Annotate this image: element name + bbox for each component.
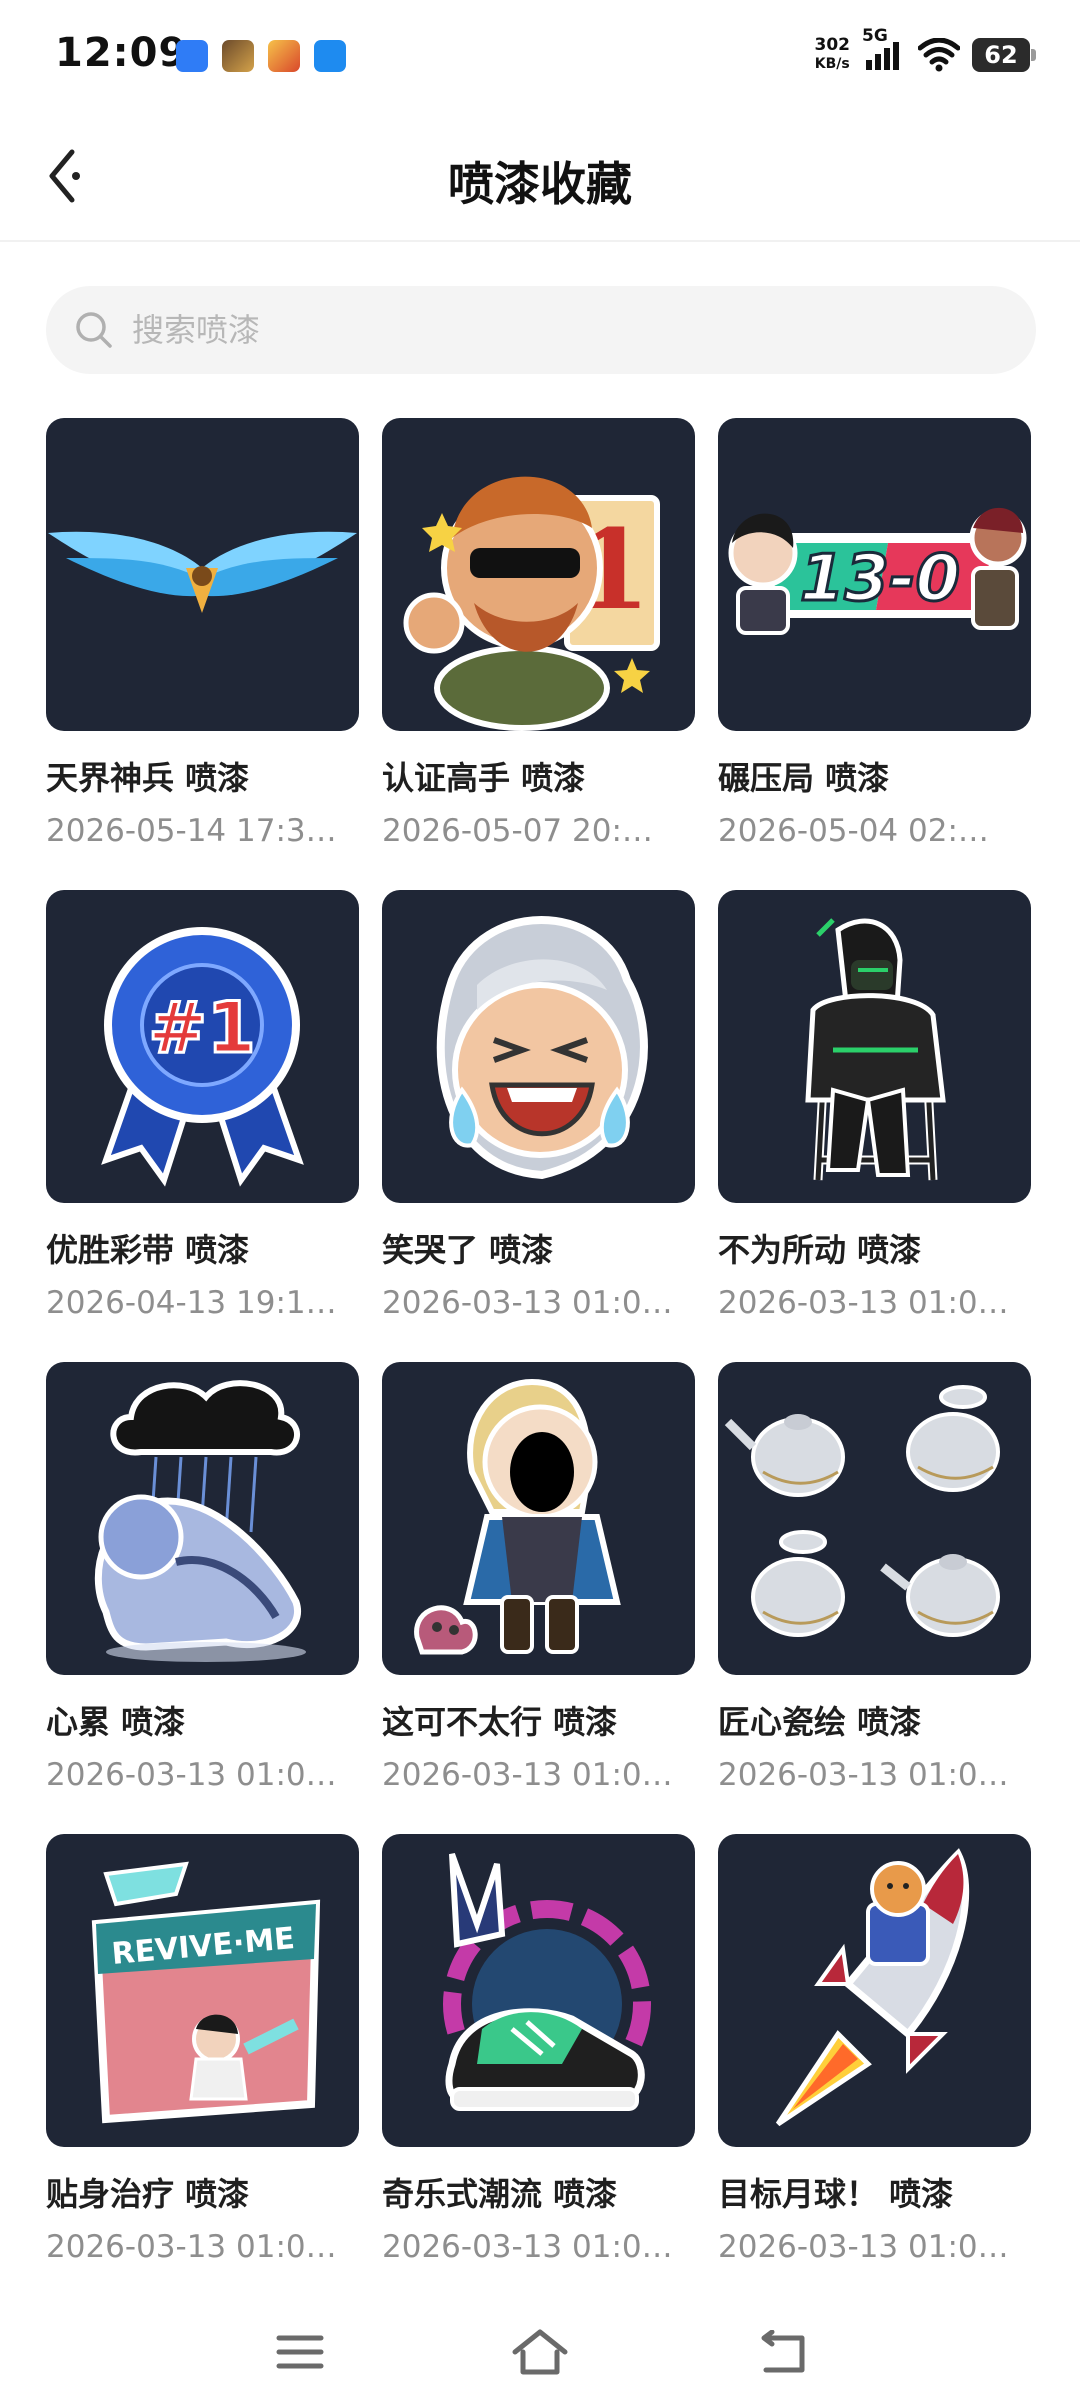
status-time: 12:09 [55,30,188,76]
browser-app-icon [314,40,346,72]
spray-name: 贴身治疗 喷漆 [46,2175,250,2213]
spray-card[interactable]: 匠心瓷绘 喷漆 2026-03-13 01:0… [718,1362,1031,1834]
game-app-icon-2 [268,40,300,72]
spray-card[interactable]: 13-0 碾压局 喷漆 2026-05-04 02:… [718,418,1031,890]
baidu-app-icon [176,40,208,72]
home-icon [512,2329,568,2375]
spray-thumbnail [382,1834,695,2147]
notification-icons [176,40,346,72]
not-okay-image [414,1378,621,1655]
spray-name: 目标月球！ 喷漆 [718,2175,954,2213]
spray-date: 2026-05-04 02:… [718,813,989,849]
spray-card[interactable]: 心累 喷漆 2026-03-13 01:0… [46,1362,359,1834]
spray-date: 2026-04-13 19:1… [46,1285,337,1321]
laugh-cry-image [436,916,648,1180]
spray-date: 2026-03-13 01:0… [718,2229,1009,2265]
spray-card[interactable]: 不为所动 喷漆 2026-03-13 01:0… [718,890,1031,1362]
spray-thumbnail [46,418,359,731]
spray-thumbnail [382,890,695,1203]
spray-grid: 天界神兵 喷漆 2026-05-14 17:3… 1 认证高手 喷漆 2026-… [46,418,1036,2306]
spray-name: 优胜彩带 喷漆 [46,1231,250,1269]
spray-thumbnail: 13-0 [718,418,1031,731]
spray-name: 天界神兵 喷漆 [46,759,250,797]
speed-value: 302 [814,35,851,55]
spray-date: 2026-03-13 01:0… [382,1285,673,1321]
spray-name: 这可不太行 喷漆 [382,1703,618,1741]
unmoved-image [805,918,946,1181]
search-input[interactable] [130,310,1014,350]
spray-thumbnail: 1 [382,418,695,731]
winged-blade-image [48,531,357,613]
moon-rocket-image [775,1848,970,2127]
spray-date: 2026-03-13 01:0… [718,1757,1009,1793]
system-nav-bar [0,2300,1080,2400]
ribbon-text: #1 [148,987,255,1069]
speed-unit: KB/s [814,56,850,72]
spray-name: 碾压局 喷漆 [718,759,890,797]
status-right: 302 KB/s 5G 62 [815,26,1036,74]
game-app-icon [222,40,254,72]
spray-card[interactable]: REVIVE·ME 贴身治疗 喷漆 2026-03-13 01:0… [46,1834,359,2306]
certified-pro-image: 1 [403,476,660,731]
spray-date: 2026-03-13 01:0… [46,2229,337,2265]
screen: 12:09 302 KB/s 5G 62 喷漆收藏 搜索喷漆 天界神兵 喷漆 2… [0,0,1080,2400]
spray-date: 2026-03-13 01:0… [46,1757,337,1793]
spray-name: 不为所动 喷漆 [718,1231,922,1269]
status-bar: 12:09 302 KB/s 5G 62 [0,0,1080,110]
cellular-signal-icon: 5G [862,26,906,72]
spray-card[interactable]: 1 认证高手 喷漆 2026-05-07 20:… [382,418,695,890]
search-icon [74,310,114,350]
search-bar[interactable] [46,286,1036,374]
spray-date: 2026-05-14 17:3… [46,813,337,849]
menu-button[interactable] [270,2322,330,2382]
teapots-image [724,1385,1000,1637]
winner-ribbon-image: #1 [101,927,304,1187]
page-title: 喷漆收藏 [448,157,632,211]
stomp-image: 13-0 [728,507,1027,635]
back-icon [761,2330,805,2373]
wifi-icon [918,38,960,72]
header: 喷漆收藏 [0,110,1080,242]
spray-name: 匠心瓷绘 喷漆 [718,1703,922,1741]
spray-card[interactable]: 这可不太行 喷漆 2026-03-13 01:0… [382,1362,695,1834]
spray-card[interactable]: 奇乐式潮流 喷漆 2026-03-13 01:0… [382,1834,695,2306]
spray-date: 2026-03-13 01:0… [382,2229,673,2265]
spray-name: 心累 喷漆 [46,1703,186,1741]
spray-date: 2026-03-13 01:0… [718,1285,1009,1321]
revive-me-image: REVIVE·ME [91,1861,321,2124]
spray-thumbnail [718,890,1031,1203]
spray-thumbnail [46,1362,359,1675]
spray-thumbnail: #1 [46,890,359,1203]
spray-thumbnail: REVIVE·ME [46,1834,359,2147]
spray-card[interactable]: 天界神兵 喷漆 2026-05-14 17:3… [46,418,359,890]
spray-date: 2026-05-07 20:… [382,813,653,849]
home-button[interactable] [510,2322,570,2382]
network-type: 5G [862,26,888,46]
spray-name: 奇乐式潮流 喷漆 [382,2175,618,2213]
spray-name: 认证高手 喷漆 [382,759,586,797]
spray-date: 2026-03-13 01:0… [382,1757,673,1793]
spray-card[interactable]: 笑哭了 喷漆 2026-03-13 01:0… [382,890,695,1362]
spray-thumbnail [382,1362,695,1675]
spray-thumbnail [718,1834,1031,2147]
spray-card[interactable]: 目标月球！ 喷漆 2026-03-13 01:0… [718,1834,1031,2306]
exhausted-image [94,1380,306,1662]
sneaker-trend-image [443,1852,651,2111]
battery-indicator: 62 [972,38,1036,72]
spray-card[interactable]: #1 优胜彩带 喷漆 2026-04-13 19:1… [46,890,359,1362]
spray-name: 笑哭了 喷漆 [382,1231,554,1269]
back-nav-button[interactable] [752,2322,812,2382]
stomp-text: 13-0 [800,542,960,616]
network-speed: 302 KB/s [815,36,851,74]
spray-thumbnail [718,1362,1031,1675]
menu-icon [276,2335,324,2369]
